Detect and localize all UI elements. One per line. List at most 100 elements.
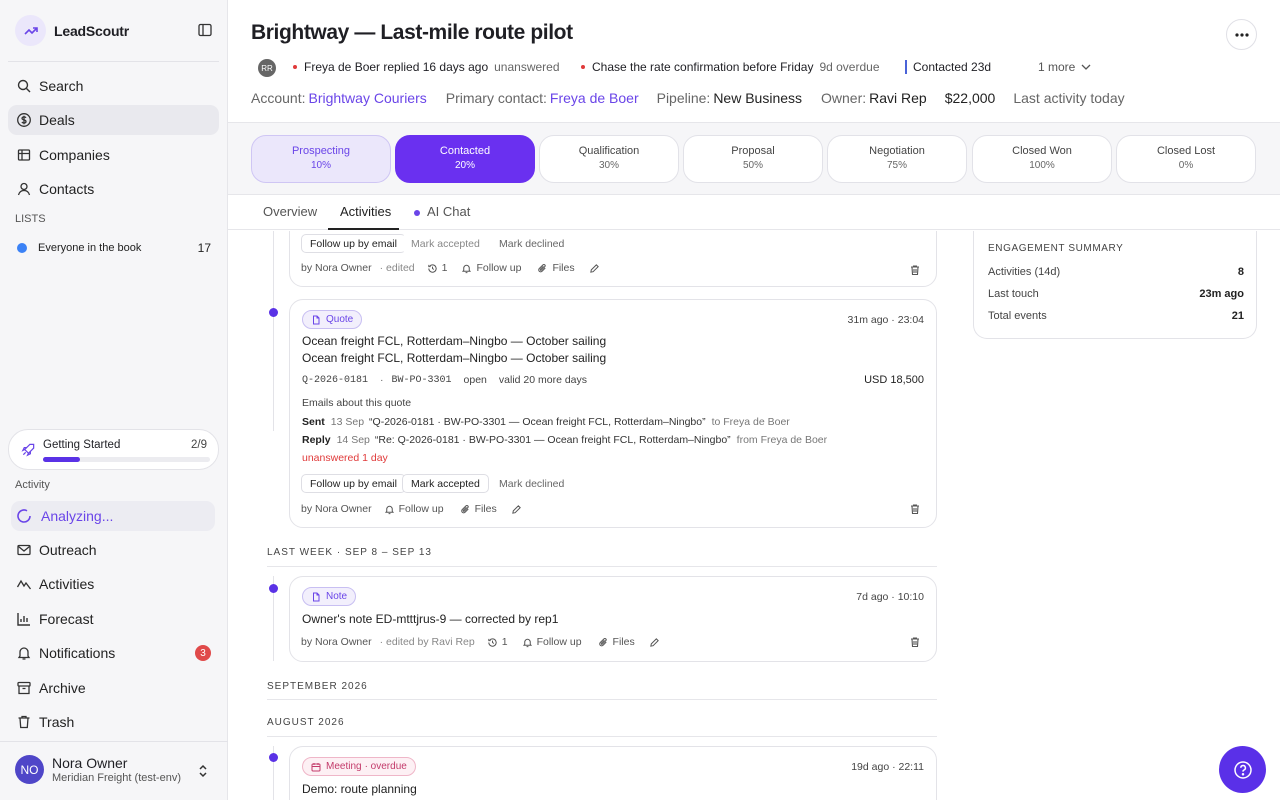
- owner-value[interactable]: Ravi Rep: [869, 90, 927, 106]
- trash-icon[interactable]: [909, 503, 921, 515]
- bar-chart-icon: [17, 613, 30, 626]
- follow-up-email-button[interactable]: Follow up by email: [301, 474, 406, 493]
- tab-ai-chat[interactable]: AI Chat: [414, 204, 470, 219]
- stage-name: Prospecting: [291, 145, 351, 157]
- nav-companies[interactable]: Companies: [8, 140, 219, 170]
- bell-icon: [17, 647, 31, 660]
- stage-closed-lost[interactable]: Closed Lost 0%: [1116, 135, 1256, 183]
- more-alerts-dropdown[interactable]: 1 more: [1038, 60, 1091, 74]
- user-menu[interactable]: NO Nora Owner Meridian Freight (test-env…: [0, 741, 228, 800]
- nav-search[interactable]: Search: [8, 71, 219, 101]
- mark-accepted-button[interactable]: Mark accepted: [402, 234, 489, 253]
- getting-started-label: Getting Started: [43, 439, 121, 451]
- stage-closed-won[interactable]: Closed Won 100%: [972, 135, 1112, 183]
- nav-archive[interactable]: Archive: [8, 673, 219, 703]
- meeting-card[interactable]: Meeting · overdue 19d ago · 22:11 Demo: …: [289, 746, 937, 800]
- nav-label: Activities: [39, 576, 95, 592]
- note-card[interactable]: Note 7d ago · 10:10 Owner's note ED-mttt…: [289, 576, 937, 662]
- nav-trash[interactable]: Trash: [8, 707, 219, 737]
- history-count: 1: [501, 636, 508, 648]
- follow-up-button[interactable]: Follow up: [384, 503, 444, 515]
- brand-name: LeadScoutr: [54, 22, 130, 39]
- follow-up-button[interactable]: Follow up: [461, 262, 521, 274]
- tab-label: AI Chat: [427, 204, 471, 219]
- analyzing-status[interactable]: Analyzing...: [11, 501, 215, 531]
- pipeline-label: Pipeline:: [656, 90, 711, 106]
- stage-proposal[interactable]: Proposal 50%: [683, 135, 823, 183]
- active-tab-indicator: [328, 228, 399, 230]
- email-recipient: to Freya de Boer: [711, 416, 790, 428]
- summary-label: Total events: [988, 310, 1047, 322]
- help-button[interactable]: [1219, 746, 1266, 793]
- mark-accepted-button[interactable]: Mark accepted: [402, 474, 489, 493]
- alert-task[interactable]: Chase the rate confirmation before Frida…: [581, 60, 880, 74]
- list-count: 17: [197, 241, 211, 255]
- divider: [8, 61, 219, 62]
- page-title: Brightway — Last-mile route pilot: [251, 21, 573, 44]
- account-link[interactable]: Brightway Couriers: [308, 90, 426, 106]
- note-title: Owner's note ED-mtttjrus-9 — corrected b…: [302, 612, 559, 626]
- history-button[interactable]: 1: [427, 262, 447, 274]
- tab-bar: Overview Activities AI Chat: [228, 195, 1280, 230]
- tab-overview[interactable]: Overview: [263, 204, 317, 219]
- stage-contacted[interactable]: Contacted 20%: [395, 135, 535, 183]
- follow-up-email-button[interactable]: Follow up by email: [301, 234, 406, 253]
- stage-percent: 50%: [742, 160, 763, 171]
- mark-declined-button[interactable]: Mark declined: [490, 234, 574, 253]
- mark-declined-button[interactable]: Mark declined: [490, 474, 574, 493]
- follow-up-button[interactable]: Follow up: [522, 636, 582, 648]
- edit-button[interactable]: [511, 504, 526, 515]
- sidebar-toggle-icon[interactable]: [197, 22, 215, 40]
- activity-feed: Follow up by email Mark accepted Mark de…: [228, 231, 952, 800]
- type-chip: Quote: [302, 310, 363, 329]
- summary-heading: ENGAGEMENT SUMMARY: [988, 243, 1124, 254]
- getting-started-card[interactable]: Getting Started 2/9: [8, 429, 219, 470]
- more-options-button[interactable]: [1226, 19, 1257, 50]
- divider: [267, 736, 937, 737]
- nav-contacts[interactable]: Contacts: [8, 174, 219, 204]
- email-sender: from Freya de Boer: [736, 434, 828, 446]
- edit-button[interactable]: [649, 637, 664, 648]
- alert-reply[interactable]: Freya de Boer replied 16 days ago unansw…: [293, 60, 560, 74]
- email-date: 13 Sep: [330, 416, 365, 428]
- edited-label: · edited: [379, 262, 415, 274]
- activity-heading: Activity: [15, 479, 50, 491]
- nav-forecast[interactable]: Forecast: [8, 604, 219, 634]
- nav-deals[interactable]: Deals: [8, 105, 219, 135]
- stage-negotiation[interactable]: Negotiation 75%: [827, 135, 967, 183]
- document-icon: [313, 315, 320, 324]
- files-button[interactable]: Files: [537, 262, 575, 274]
- contact-link[interactable]: Freya de Boer: [550, 90, 639, 106]
- pipeline-value[interactable]: New Business: [713, 90, 802, 106]
- contacted-indicator[interactable]: Contacted 23d: [905, 60, 991, 74]
- group-heading: LAST WEEK · SEP 8 – SEP 13: [267, 547, 432, 558]
- edit-button[interactable]: [589, 263, 604, 274]
- quote-status: open: [463, 374, 487, 386]
- trash-icon[interactable]: [909, 264, 921, 276]
- tab-activities[interactable]: Activities: [340, 204, 391, 219]
- stage-qualification[interactable]: Qualification 30%: [539, 135, 679, 183]
- list-item-everyone[interactable]: Everyone in the book 17: [8, 235, 219, 261]
- stage-prospecting[interactable]: Prospecting 10%: [251, 135, 391, 183]
- email-reply-row[interactable]: Reply 14 Sep “Re: Q-2026-0181 · BW-PO-33…: [302, 434, 827, 446]
- email-direction: Reply: [302, 434, 331, 446]
- summary-row: Total events 21: [988, 310, 1244, 322]
- files-button[interactable]: Files: [598, 636, 635, 648]
- email-sent-row[interactable]: Sent 13 Sep “Q-2026-0181 · BW-PO-3301 — …: [302, 416, 790, 428]
- trash-icon[interactable]: [909, 636, 921, 648]
- trend-up-icon: [15, 15, 46, 46]
- stage-name: Qualification: [578, 145, 640, 157]
- history-button[interactable]: 1: [487, 636, 508, 648]
- history-icon: [427, 263, 437, 273]
- brand[interactable]: LeadScoutr: [15, 15, 129, 46]
- nav-activities[interactable]: Activities: [8, 569, 219, 599]
- summary-value: 21: [1231, 310, 1244, 322]
- alert-text: Chase the rate confirmation before Frida…: [592, 60, 814, 74]
- files-button[interactable]: Files: [460, 503, 497, 515]
- quote-card[interactable]: Quote 31m ago · 23:04 Ocean freight FCL,…: [289, 299, 937, 528]
- activity-card: Follow up by email Mark accepted Mark de…: [289, 231, 937, 287]
- nav-notifications[interactable]: Notifications 3: [8, 638, 219, 668]
- user-org: Meridian Freight (test-env): [52, 772, 181, 784]
- type-chip: Meeting · overdue: [302, 757, 416, 776]
- nav-outreach[interactable]: Outreach: [8, 535, 219, 565]
